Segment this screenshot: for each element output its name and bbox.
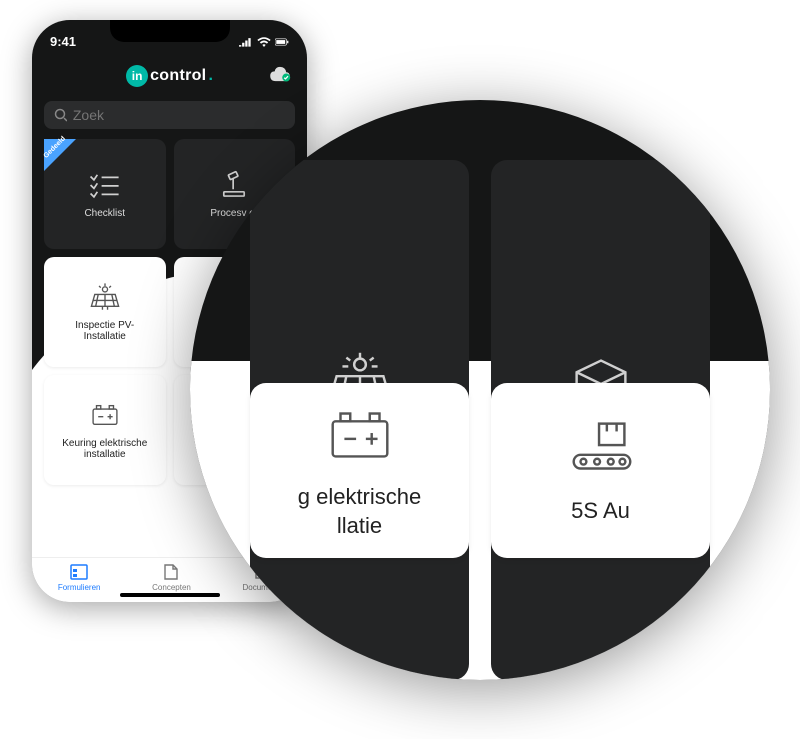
card-inspectie-pv[interactable]: Inspectie PV- Installatie [44, 257, 166, 367]
brand-bubble-icon: in [126, 65, 148, 87]
status-icons [239, 37, 289, 47]
battery-icon [275, 37, 289, 47]
conveyor-icon [562, 415, 640, 481]
magnifier-view: Inspectie PV- Installatie Voor- en na- o… [190, 100, 770, 680]
forms-icon [70, 564, 88, 580]
notch [110, 20, 230, 42]
status-time: 9:41 [50, 34, 76, 49]
wifi-icon [257, 37, 271, 47]
brand-header: in control . [32, 51, 307, 97]
tab-label: Formulieren [58, 583, 101, 592]
card-keuring[interactable]: Keuring elektrische installatie [44, 375, 166, 485]
brand-text: control [150, 67, 206, 85]
mag-card-5s[interactable]: 5S Au [491, 383, 710, 558]
solar-panel-icon [88, 282, 122, 312]
signal-icon [239, 37, 253, 47]
battery-box-icon [88, 400, 122, 430]
draft-icon [162, 564, 180, 580]
battery-box-icon [321, 401, 399, 467]
tab-concepten[interactable]: Concepten [152, 564, 191, 592]
card-checklist[interactable]: Gedeeld Checklist [44, 139, 166, 249]
mag-card-keuring[interactable]: g elektrische llatie [250, 383, 469, 558]
magnifier-bottom-grid: g elektrische llatie 5S Au [190, 361, 770, 558]
brand-logo: in control . [126, 65, 213, 87]
mag-card-label: g elektrische llatie [298, 483, 422, 540]
checklist-icon [88, 170, 122, 200]
search-icon [54, 108, 67, 122]
card-label: Inspectie PV- Installatie [75, 320, 134, 342]
card-label: Keuring elektrische installatie [52, 438, 158, 460]
tab-label: Concepten [152, 583, 191, 592]
tab-formulieren[interactable]: Formulieren [58, 564, 101, 592]
brand-dot: . [208, 67, 212, 85]
cloud-sync-icon [269, 66, 291, 82]
card-label: Checklist [84, 208, 125, 219]
mag-card-label: 5S Au [571, 497, 630, 526]
